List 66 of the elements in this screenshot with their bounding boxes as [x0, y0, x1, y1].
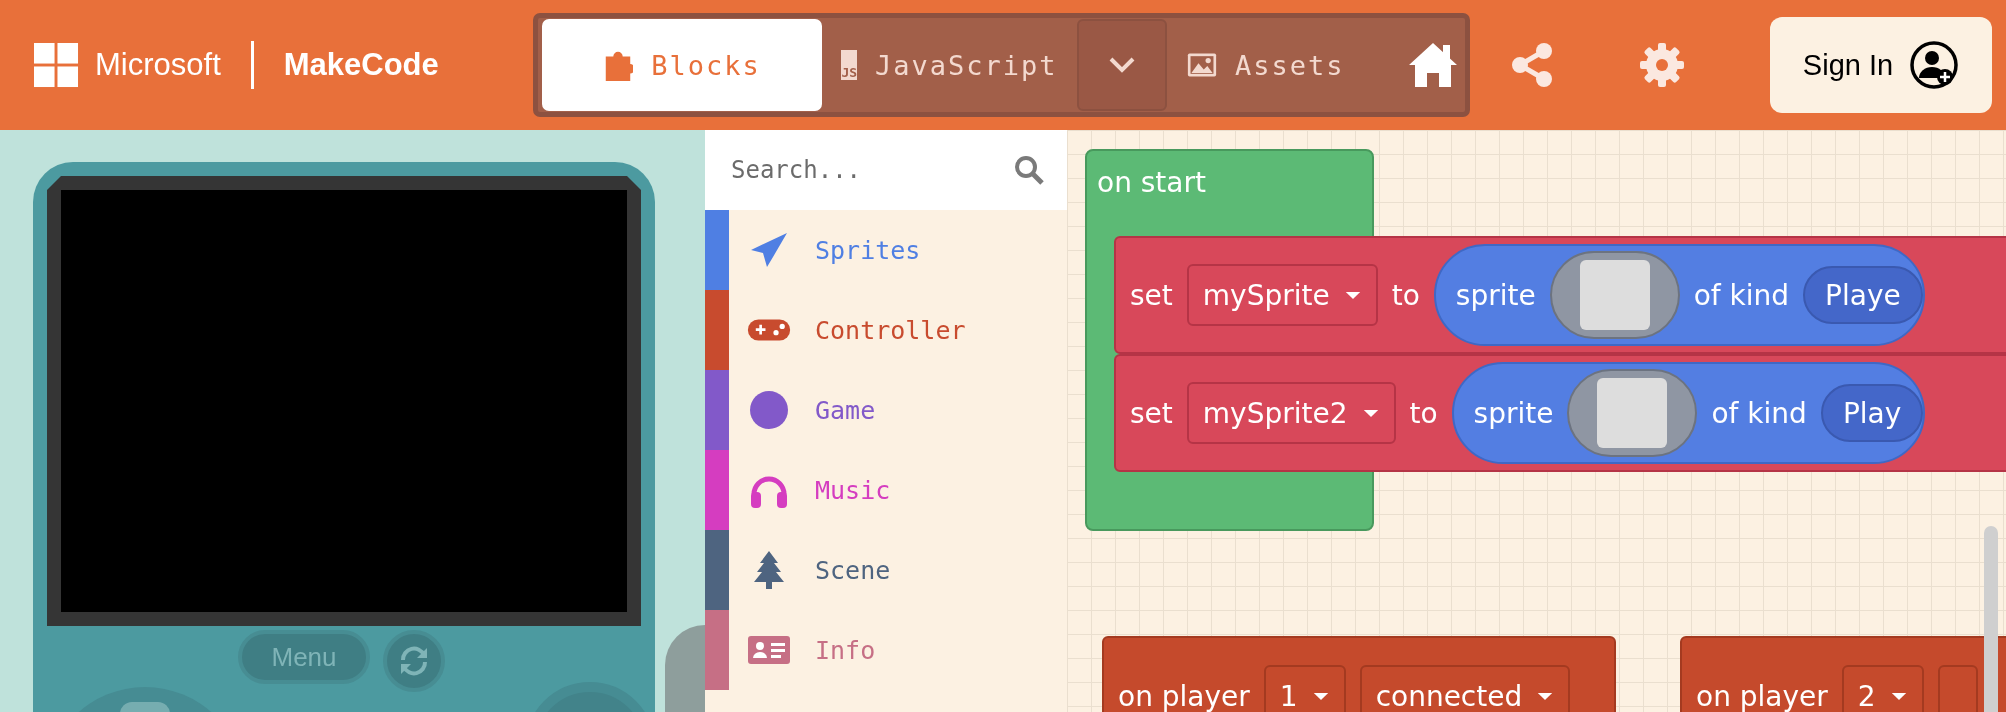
- set-variable-block[interactable]: set mySprite2 to sprite of kind Play: [1114, 354, 2006, 472]
- toolbox-category[interactable]: Scene: [705, 530, 1067, 610]
- dropdown-field[interactable]: [1937, 665, 1978, 712]
- event-dropdown[interactable]: connected: [1359, 665, 1571, 712]
- player-number: 2: [1857, 679, 1876, 712]
- block-label: to: [1409, 396, 1438, 430]
- block-label: of kind: [1693, 278, 1790, 312]
- variable-dropdown[interactable]: mySprite2: [1186, 382, 1396, 444]
- block-label: set: [1130, 278, 1173, 312]
- category-label: Music: [815, 475, 891, 505]
- controller-event-block[interactable]: on player 1 connected: [1102, 636, 1616, 712]
- block-label: sprite: [1455, 278, 1536, 312]
- caret-icon: [1889, 690, 1908, 702]
- block-label: on player: [1118, 679, 1250, 712]
- sprite-block[interactable]: sprite of kind Playe: [1433, 244, 1925, 346]
- player-dropdown[interactable]: 1: [1263, 665, 1346, 712]
- caret-icon: [1343, 289, 1362, 301]
- player-number: 1: [1279, 679, 1298, 712]
- windows-logo-icon: [34, 42, 79, 88]
- blank-image-icon: [1579, 260, 1650, 330]
- user-add-icon: [1909, 40, 1960, 90]
- editor-tab[interactable]: JS JavaScript: [822, 19, 1077, 111]
- block-label: on start: [1097, 166, 1206, 199]
- category-label: Sprites: [815, 235, 921, 265]
- dropdown-button[interactable]: [1077, 19, 1167, 111]
- blank-image-icon: [1597, 378, 1668, 448]
- product-name: MakeCode: [283, 47, 439, 83]
- editor-tab[interactable]: Blocks: [542, 19, 822, 111]
- toolbox-category[interactable]: Sprites: [705, 210, 1067, 290]
- set-variable-block[interactable]: set mySprite to sprite of kind Playe: [1114, 236, 2006, 354]
- circle-icon: [747, 390, 791, 430]
- toolbox-category[interactable]: Music: [705, 450, 1067, 530]
- variable-name: mySprite: [1202, 278, 1330, 312]
- sign-in-button[interactable]: Sign In: [1770, 17, 1992, 113]
- settings-button[interactable]: [1638, 41, 1686, 89]
- search-field[interactable]: Search...: [705, 130, 1067, 210]
- editor-tab[interactable]: Assets: [1167, 19, 1397, 111]
- controller-event-block[interactable]: on player 2: [1680, 636, 2006, 712]
- sprite-block[interactable]: sprite of kind Play: [1451, 362, 1926, 464]
- block-label: to: [1391, 278, 1420, 312]
- event-name: connected: [1375, 679, 1523, 712]
- category-label: Scene: [815, 555, 891, 585]
- block-label: of kind: [1711, 396, 1807, 430]
- toolbox-category[interactable]: Info: [705, 610, 1067, 690]
- toolbox-category[interactable]: Controller: [705, 290, 1067, 370]
- category-label: Game: [815, 395, 876, 425]
- toolbox-category[interactable]: Game: [705, 370, 1067, 450]
- block-label: set: [1130, 396, 1173, 430]
- chevron-down-icon: [1108, 56, 1136, 74]
- js-icon: JS: [841, 50, 858, 80]
- variable-name: mySprite2: [1202, 396, 1348, 430]
- brand-name: Microsoft: [95, 47, 221, 83]
- block-label: sprite: [1473, 396, 1554, 430]
- search-icon: [1013, 154, 1045, 186]
- caret-icon: [1311, 690, 1330, 702]
- caret-icon: [1536, 690, 1555, 702]
- block-label: on player: [1696, 679, 1828, 712]
- kind-dropdown[interactable]: Playe: [1803, 266, 1923, 324]
- puzzle-icon: [603, 49, 634, 81]
- player-dropdown[interactable]: 2: [1841, 665, 1924, 712]
- category-label: Controller: [815, 315, 966, 345]
- caret-icon: [1361, 407, 1380, 419]
- scrollbar[interactable]: [1984, 526, 1998, 712]
- kind-dropdown[interactable]: Play: [1820, 384, 1924, 442]
- variable-dropdown[interactable]: mySprite: [1186, 264, 1378, 326]
- category-label: Info: [815, 635, 876, 665]
